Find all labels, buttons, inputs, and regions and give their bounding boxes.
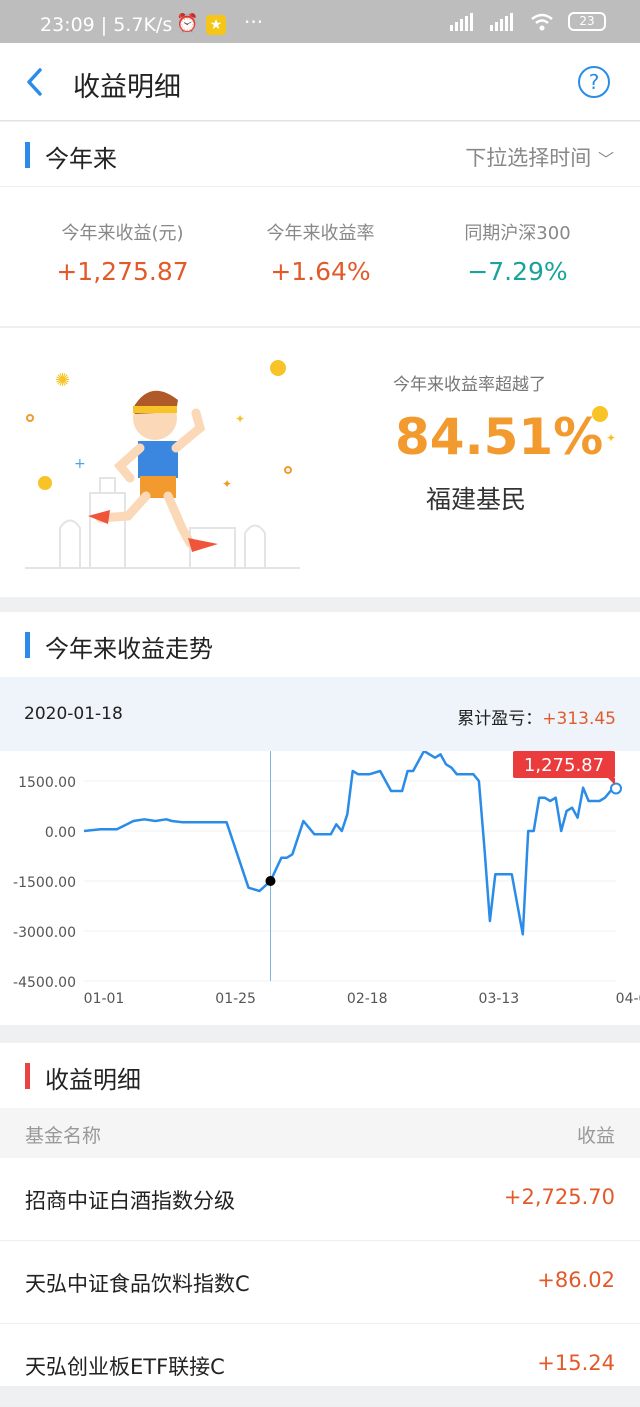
y-tick-label: -1500.00 bbox=[13, 875, 76, 891]
ranking-percent: 84.51% bbox=[395, 408, 604, 466]
signal-2-icon bbox=[490, 12, 513, 31]
section-marker bbox=[25, 632, 30, 658]
nav-bar: 收益明细 ? bbox=[0, 43, 640, 121]
stat-label: 今年来收益率 bbox=[266, 223, 375, 244]
stat-value: +1.64% bbox=[270, 257, 371, 286]
app-notification-icon: ★ bbox=[206, 15, 226, 35]
x-tick-label: 01-01 bbox=[84, 991, 125, 1007]
stat-value: −7.29% bbox=[467, 257, 568, 286]
runner-illustration: ✺ + ✦ ✦ ✦ bbox=[25, 360, 300, 569]
y-tick-label: 1500.00 bbox=[18, 775, 76, 791]
trend-section: 今年来收益走势 2020-01-18 累计盈亏：+313.45 1500.00 0… bbox=[0, 612, 640, 1025]
stat-hs300: 同期沪深300 −7.29% bbox=[411, 219, 624, 286]
section-marker bbox=[25, 1063, 30, 1089]
y-tick-label: -4500.00 bbox=[13, 975, 76, 991]
section-marker bbox=[25, 142, 30, 168]
ranking-banner: ✺ + ✦ ✦ ✦ ✦ 今年来收益率超越了 84.51% 福建基民 bbox=[0, 327, 640, 597]
x-tick-label: 03-13 bbox=[479, 991, 520, 1007]
trend-title: 今年来收益走势 bbox=[45, 635, 213, 663]
alarm-icon: ⏰ bbox=[176, 13, 199, 34]
status-time: 23:09 | 5.7K/s bbox=[40, 14, 173, 36]
fund-earnings: +15.24 bbox=[537, 1351, 615, 1375]
time-picker-label: 下拉选择时间 bbox=[465, 146, 592, 170]
series-line bbox=[83, 751, 617, 936]
fund-name: 天弘中证食品饮料指数C bbox=[25, 1272, 250, 1296]
stat-ytd-rate: 今年来收益率 +1.64% bbox=[214, 219, 427, 286]
detail-section: 收益明细 基金名称 收益 招商中证白酒指数分级 +2,725.70 天弘中证食品… bbox=[0, 1043, 640, 1407]
cum-value: +313.45 bbox=[542, 709, 616, 729]
svg-text:✦: ✦ bbox=[606, 431, 616, 445]
detail-title: 收益明细 bbox=[45, 1066, 141, 1094]
svg-text:✦: ✦ bbox=[235, 412, 245, 426]
cum-label: 累计盈亏： bbox=[457, 709, 543, 729]
svg-text:✺: ✺ bbox=[55, 370, 70, 391]
battery-icon: 23 bbox=[568, 12, 606, 31]
x-tick-label: 04-07 bbox=[616, 991, 640, 1007]
x-tick-label: 01-25 bbox=[215, 991, 256, 1007]
stat-value: +1,275.87 bbox=[56, 257, 189, 286]
fund-earnings: +86.02 bbox=[537, 1268, 615, 1292]
fund-name: 招商中证白酒指数分级 bbox=[25, 1189, 235, 1213]
selected-point bbox=[265, 876, 276, 886]
cumulative-pnl: 累计盈亏：+313.45 bbox=[457, 704, 616, 729]
signal-icon bbox=[450, 12, 473, 31]
col-earnings: 收益 bbox=[576, 1125, 615, 1147]
trend-chart[interactable]: 1500.00 0.00 -1500.00 -3000.00 -4500.00 01-01… bbox=[0, 751, 640, 1025]
y-tick-label: -3000.00 bbox=[13, 925, 76, 941]
stat-ytd-earnings: 今年来收益(元) +1,275.87 bbox=[16, 219, 229, 286]
fund-name: 天弘创业板ETF联接C bbox=[25, 1355, 225, 1379]
more-notifications-icon: ··· bbox=[244, 10, 264, 34]
time-picker[interactable]: 下拉选择时间 ﹀ bbox=[465, 142, 614, 172]
chart-tooltip-bar: 2020-01-18 累计盈亏：+313.45 bbox=[0, 677, 640, 751]
list-item[interactable]: 招商中证白酒指数分级 +2,725.70 bbox=[0, 1158, 640, 1241]
svg-text:+: + bbox=[74, 456, 86, 472]
help-icon[interactable]: ? bbox=[578, 66, 610, 98]
summary-title: 今年来 bbox=[45, 145, 117, 173]
stat-label: 今年来收益(元) bbox=[61, 223, 184, 244]
ranking-audience: 福建基民 bbox=[426, 485, 527, 514]
fund-earnings: +2,725.70 bbox=[503, 1185, 615, 1209]
latest-value-label: 1,275.87 bbox=[524, 755, 604, 776]
page-title: 收益明细 bbox=[73, 72, 181, 103]
ranking-caption: 今年来收益率超越了 bbox=[393, 375, 546, 395]
list-item[interactable]: 天弘创业板ETF联接C +15.24 bbox=[0, 1324, 640, 1407]
back-arrow-icon[interactable] bbox=[22, 65, 52, 99]
summary-section: 今年来 下拉选择时间 ﹀ bbox=[0, 122, 640, 186]
col-fund-name: 基金名称 bbox=[25, 1125, 102, 1147]
chevron-down-icon: ﹀ bbox=[597, 150, 614, 169]
list-header: 基金名称 收益 bbox=[0, 1108, 640, 1158]
y-tick-label: 0.00 bbox=[45, 825, 76, 841]
stat-label: 同期沪深300 bbox=[464, 223, 571, 244]
stats-panel: 今年来收益(元) +1,275.87 今年来收益率 +1.64% 同期沪深300… bbox=[0, 186, 640, 326]
svg-text:✦: ✦ bbox=[222, 477, 232, 491]
list-item[interactable]: 天弘中证食品饮料指数C +86.02 bbox=[0, 1241, 640, 1324]
wifi-icon bbox=[531, 13, 553, 30]
x-tick-label: 02-18 bbox=[347, 991, 388, 1007]
latest-point bbox=[610, 782, 622, 795]
status-bar: 23:09 | 5.7K/s ⏰ ★ ··· 23 bbox=[0, 0, 640, 43]
selected-date: 2020-01-18 bbox=[24, 704, 123, 724]
